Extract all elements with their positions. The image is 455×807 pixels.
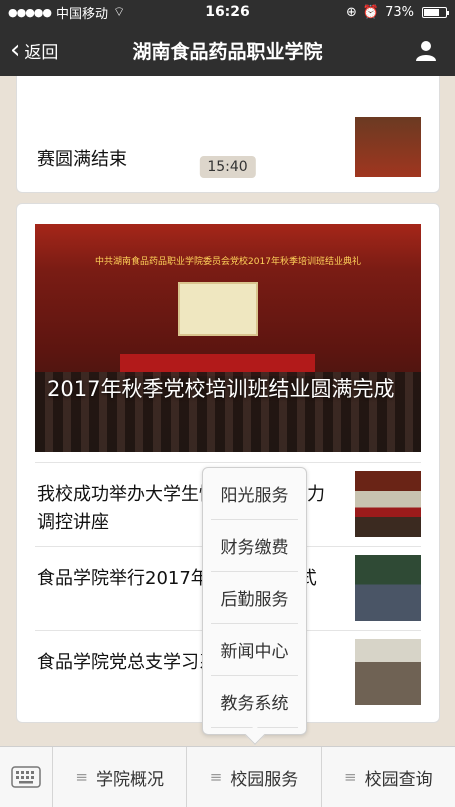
menu-campus-query[interactable]: ≡ 校园查询 (322, 747, 455, 807)
previous-article-thumbnail (355, 117, 421, 177)
back-label: 返回 (24, 42, 59, 63)
battery-icon (422, 6, 449, 18)
nav-bar: ‹ 返回 湖南食品药品职业学院 (0, 24, 455, 76)
menu-college-overview[interactable]: ≡ 学院概况 (53, 747, 188, 807)
menu-label: 校园服务 (230, 769, 299, 790)
campus-service-popup-menu: 阳光服务 财务缴费 后勤服务 新闻中心 教务系统 (202, 467, 307, 745)
person-icon (416, 41, 436, 61)
chevron-left-icon: ‹ (10, 35, 21, 65)
message-timestamp: 15:40 (199, 156, 256, 178)
keyboard-icon (11, 766, 41, 788)
menu-label: 校园查询 (364, 769, 433, 790)
battery-percent: 73% (385, 4, 414, 20)
carrier-name: 中国移动 (56, 6, 109, 22)
article-item-thumbnail (355, 555, 421, 621)
menu-item-finance-payment[interactable]: 财务缴费 (211, 520, 298, 572)
signal-icon: ●●●●● (8, 5, 52, 19)
bottom-menu-bar: ≡ 学院概况 ≡ 校园服务 ≡ 校园查询 (0, 746, 455, 807)
wifi-icon: ⌔ (113, 5, 126, 20)
article-item-thumbnail (355, 639, 421, 705)
battery-fill (424, 8, 440, 16)
status-bar: ●●●●● 中国移动 ⌔ 16:26 ⊕ ⏰ 73% (0, 0, 455, 24)
cover-banner-text: 中共湖南食品药品职业学院委员会党校2017年秋季培训班结业典礼 (95, 257, 361, 267)
menu-item-logistics-service[interactable]: 后勤服务 (211, 572, 298, 624)
menu-lines-icon: ≡ (75, 768, 88, 786)
profile-button[interactable] (355, 39, 455, 61)
menu-lines-icon: ≡ (344, 768, 357, 786)
article-item-thumbnail (355, 471, 421, 537)
page-title: 湖南食品药品职业学院 (132, 40, 323, 63)
menu-item-news-center[interactable]: 新闻中心 (211, 624, 298, 676)
alarm-icon: ⏰ (362, 4, 380, 20)
menu-item-sunshine-service[interactable]: 阳光服务 (211, 468, 298, 520)
article-headline: 2017年秋季党校培训班结业圆满完成 (47, 377, 395, 401)
previous-article-text: 赛圆满结束 (37, 149, 127, 170)
status-time: 16:26 (205, 4, 250, 20)
menu-campus-service[interactable]: ≡ 校园服务 (187, 747, 322, 807)
menu-label: 学院概况 (95, 769, 164, 790)
keyboard-toggle-button[interactable] (0, 747, 53, 807)
cover-screen-image (178, 282, 258, 336)
menu-item-academic-system[interactable]: 教务系统 (211, 676, 298, 728)
menu-lines-icon: ≡ (209, 768, 223, 786)
back-button[interactable]: ‹ 返回 (0, 37, 100, 63)
lock-rotation-icon: ⊕ (346, 4, 357, 20)
article-cover[interactable]: 中共湖南食品药品职业学院委员会党校2017年秋季培训班结业典礼 2017年秋季党… (35, 224, 421, 452)
